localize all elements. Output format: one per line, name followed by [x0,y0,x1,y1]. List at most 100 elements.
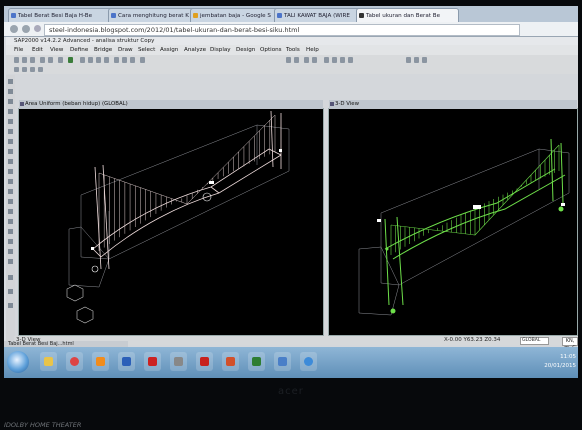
taskbar-acrobat[interactable] [196,352,213,371]
zoom-out-icon[interactable] [88,57,93,63]
redo-icon[interactable] [48,57,53,63]
reload-icon[interactable] [34,25,41,32]
deformed-shape-icon[interactable] [340,57,345,63]
zoom-in-icon[interactable] [80,57,85,63]
start-button[interactable] [7,351,29,373]
draw-tendon-icon[interactable] [8,169,13,174]
draw-area-icon[interactable] [8,109,13,114]
menu-draw[interactable]: Draw [118,45,133,55]
draw-cable-icon[interactable] [8,159,13,164]
snap-intersections-icon[interactable] [8,239,13,244]
tab-4[interactable]: TALI KAWAT BAJA (WIRE [274,8,365,23]
sap-title: SAP2000 v14.2.2 Advanced - analisa struk… [6,37,578,45]
undo-icon[interactable] [40,57,45,63]
tab-1[interactable]: Tabel Berat Besi Baja H-Be [8,8,117,23]
draw-poly-icon[interactable] [8,119,13,124]
properties-icon[interactable] [312,57,317,63]
display-undeformed-icon[interactable] [324,57,329,63]
down-arrow-icon[interactable] [294,57,299,63]
tab-5-active[interactable]: Tabel ukuran dan Berat Be [356,8,459,23]
photo-of-monitor: Tabel Berat Besi Baja H-Be Cara menghitu… [0,0,582,430]
pointer-icon[interactable] [8,79,13,84]
draw-frame-icon[interactable] [8,99,13,104]
menu-help[interactable]: Help [306,45,319,55]
taskbar-powerpoint[interactable] [222,352,239,371]
table-icon[interactable] [422,57,427,63]
taskbar-excel[interactable] [248,352,265,371]
browser-tab-strip: Tabel Berat Besi Baja H-Be Cara menghitu… [4,6,578,23]
menu-assign[interactable]: Assign [160,45,178,55]
tab-3[interactable]: jembatan baja - Google S [190,8,283,23]
snap-fine-icon[interactable] [8,303,13,308]
back-icon[interactable] [10,25,18,33]
menu-file[interactable]: File [14,45,23,55]
run-analysis-icon[interactable] [68,57,73,63]
new-model-icon[interactable] [14,57,19,63]
select-all-icon[interactable] [8,179,13,184]
taskbar-media[interactable] [92,352,109,371]
right-viewport[interactable]: 3-D View [328,100,578,336]
menu-tools[interactable]: Tools [286,45,300,55]
previous-select-icon[interactable] [8,189,13,194]
display-loads-icon[interactable] [332,57,337,63]
menu-view[interactable]: View [50,45,63,55]
draw-line-icon[interactable] [8,89,13,94]
coordinate-system-dropdown[interactable]: GLOBAL [520,337,549,345]
lock-icon[interactable] [58,57,63,63]
draw-rect-icon[interactable] [8,129,13,134]
snap-joints-icon[interactable] [8,219,13,224]
tab-2[interactable]: Cara menghitung berat K [108,8,199,23]
save-icon[interactable] [30,57,35,63]
reshaper-icon[interactable] [22,67,27,72]
snap-grid-icon[interactable] [8,259,13,264]
pointer-icon[interactable] [14,67,19,72]
rotate-3d-icon[interactable] [104,57,109,63]
autocad-icon [148,357,157,366]
taskbar-app[interactable] [170,352,187,371]
snap-midpoint-icon[interactable] [8,275,13,280]
taskbar-word[interactable] [118,352,135,371]
snap-lines-icon[interactable] [8,229,13,234]
open-icon[interactable] [22,57,27,63]
system-tray-clock[interactable]: 11:05 20/01/2015 [536,353,576,372]
yz-view-icon[interactable] [130,57,135,63]
url-field[interactable]: steel-indonesia.blogspot.com/2012/01/tab… [44,24,520,36]
menu-bridge[interactable]: Bridge [94,45,112,55]
menu-define[interactable]: Define [70,45,88,55]
units-dropdown[interactable]: KN, m, C [562,337,578,351]
taskbar-sap2000[interactable] [274,352,291,371]
text-icon[interactable] [406,57,411,63]
menu-analyze[interactable]: Analyze [184,45,206,55]
draw-joint-icon[interactable] [30,67,35,72]
draw-solid-icon[interactable] [8,139,13,144]
shrink-icon[interactable] [304,57,309,63]
clear-select-icon[interactable] [8,199,13,204]
favicon-icon [11,13,16,18]
draw-link-icon[interactable] [8,149,13,154]
left-viewport[interactable]: Area Uniform (beban hidup) (GLOBAL) [18,100,324,336]
up-arrow-icon[interactable] [286,57,291,63]
left-viewport-title: Area Uniform (beban hidup) (GLOBAL) [19,100,323,109]
xy-view-icon[interactable] [114,57,119,63]
bezel-watermark: IDOLBY HOME THEATER [4,421,82,429]
menu-design[interactable]: Design [236,45,255,55]
taskbar-browser[interactable] [300,352,317,371]
refresh-icon[interactable] [140,57,145,63]
snap-perpendicular-icon[interactable] [8,249,13,254]
taskbar-explorer[interactable] [40,352,57,371]
taskbar-autocad[interactable] [144,352,161,371]
favicon-icon [111,13,116,18]
xz-view-icon[interactable] [122,57,127,63]
menu-display[interactable]: Display [210,45,231,55]
forward-icon[interactable] [22,25,30,33]
menu-options[interactable]: Options [260,45,282,55]
taskbar-chrome[interactable] [66,352,83,371]
draw-frame-icon[interactable] [38,67,43,72]
menu-select[interactable]: Select [138,45,155,55]
forces-icon[interactable] [348,57,353,63]
intersect-icon[interactable] [8,209,13,214]
chart-icon[interactable] [414,57,419,63]
snap-ends-icon[interactable] [8,289,13,294]
pan-icon[interactable] [96,57,101,63]
menu-edit[interactable]: Edit [32,45,43,55]
